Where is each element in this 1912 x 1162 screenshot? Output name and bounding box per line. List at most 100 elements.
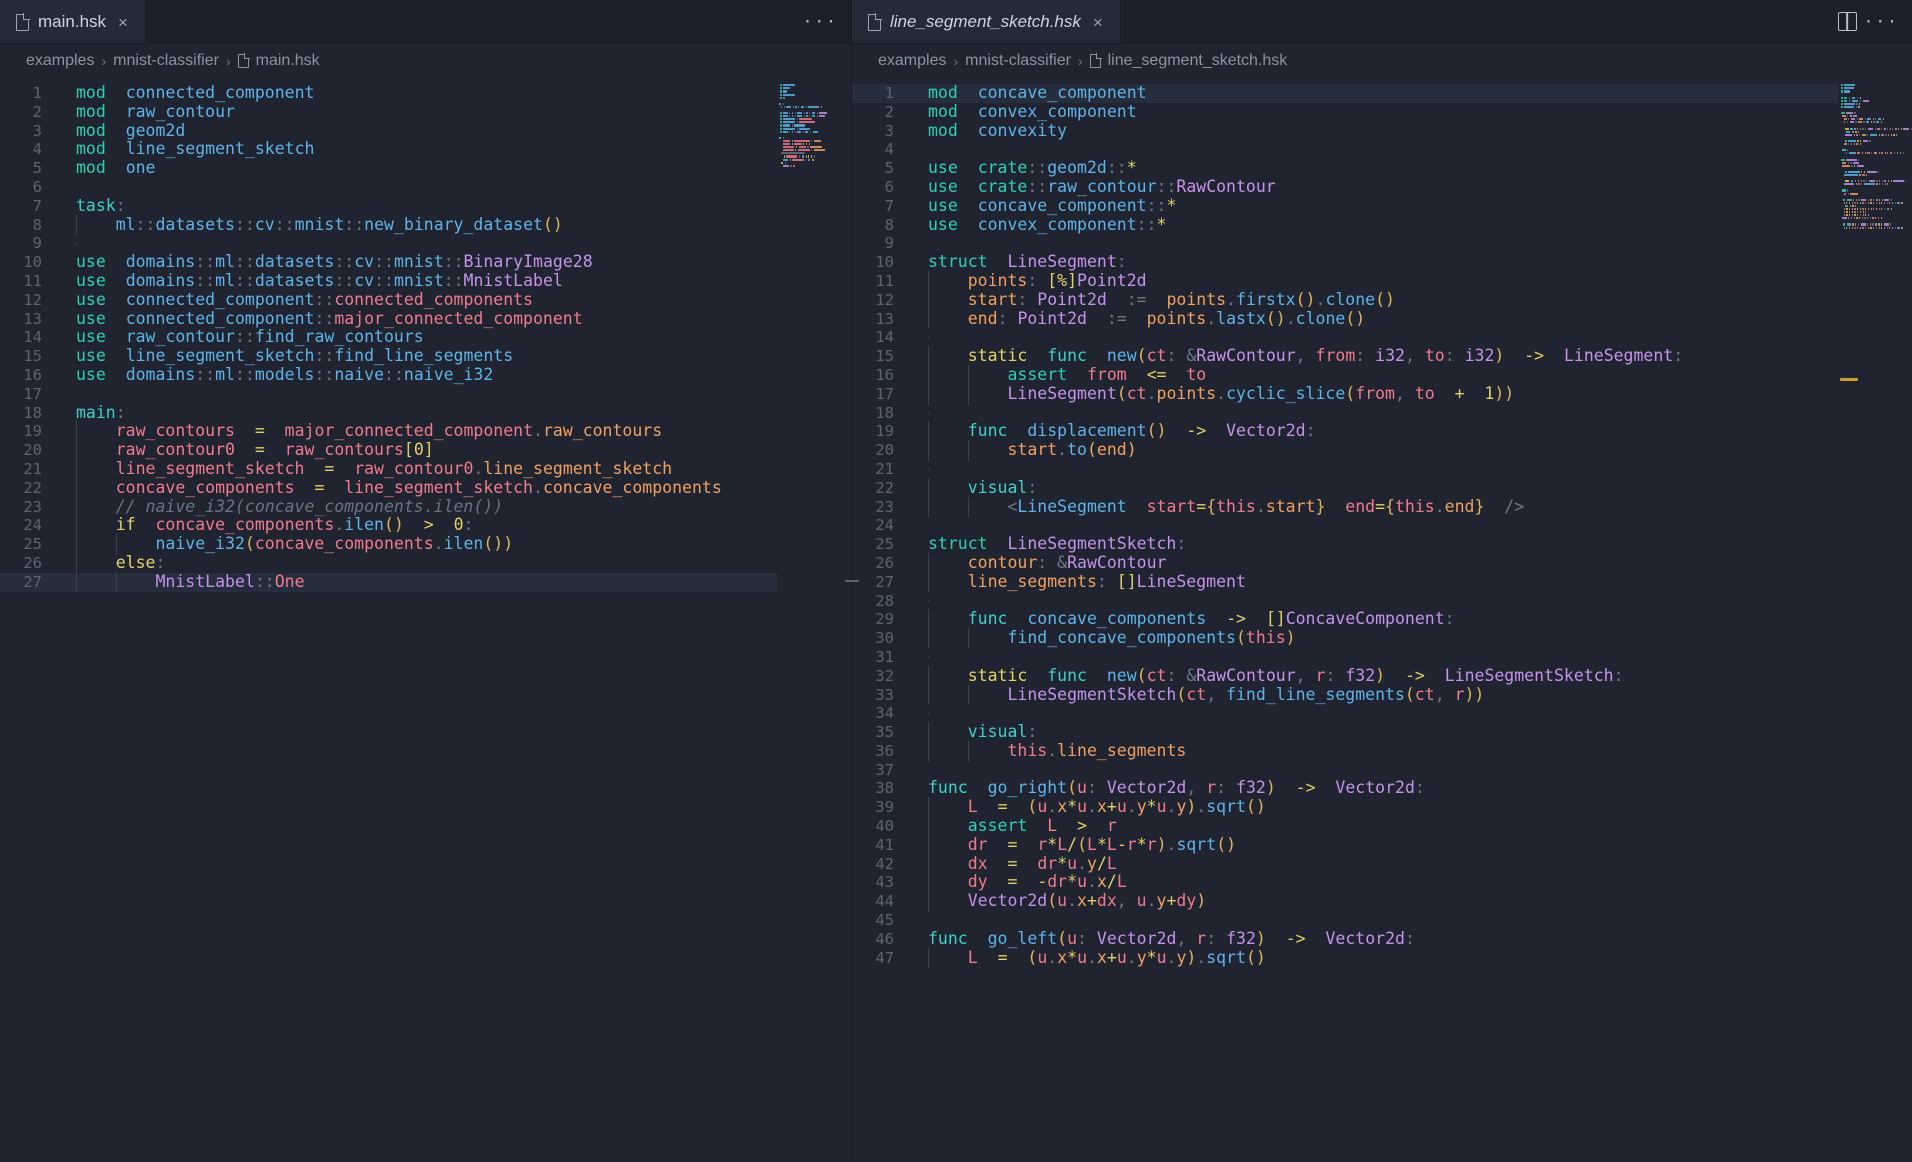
code-text[interactable]: use domains::ml::models::naive::naive_i3… (58, 365, 851, 385)
code-text[interactable]: use convex_component::* (910, 215, 1912, 235)
code-line[interactable]: 3 mod convexity (852, 121, 1912, 141)
code-line[interactable]: 18 (852, 404, 1912, 423)
editor-right[interactable]: 1 mod concave_component 2 mod convex_compon… (852, 78, 1912, 1162)
code-text[interactable]: L = (u.x*u.x+u.y*u.y).sqrt() (910, 797, 1912, 819)
code-text[interactable]: mod line_segment_sketch (58, 139, 851, 159)
breadcrumb-item-0[interactable]: examples (26, 52, 94, 70)
code-text[interactable]: mod convex_component (910, 102, 1912, 122)
code-line[interactable]: 1 mod concave_component (852, 83, 1912, 103)
code-line[interactable]: 41 dr = r*L/(L*L-r*r).sqrt() (852, 834, 1912, 856)
code-line[interactable]: 33 LineSegmentSketch(ct, find_line_segme… (852, 684, 1912, 706)
code-line[interactable]: 22 visual: (852, 477, 1912, 499)
code-line[interactable]: 11 points: [%]Point2d (852, 270, 1912, 292)
code-text[interactable]: // naive_i32(concave_components.ilen()) (58, 496, 851, 518)
code-text[interactable]: main: (58, 403, 851, 423)
code-line[interactable]: 13 end: Point2d := points.lastx().clone(… (852, 308, 1912, 330)
code-text[interactable]: mod connected_component (58, 83, 851, 103)
code-line[interactable]: 25 struct LineSegmentSketch: (852, 534, 1912, 554)
tab-main-hsk[interactable]: main.hsk × (0, 0, 146, 43)
code-line[interactable]: 24 if concave_components.ilen() > 0: (0, 515, 851, 537)
code-text[interactable]: func displacement() -> Vector2d: (910, 421, 1912, 443)
code-line[interactable]: 9 (0, 234, 851, 253)
code-text[interactable]: LineSegmentSketch(ct, find_line_segments… (910, 684, 1912, 706)
tab-line-segment-sketch-hsk[interactable]: line_segment_sketch.hsk × (852, 0, 1121, 43)
code-line[interactable]: 21 line_segment_sketch = raw_contour0.li… (0, 458, 851, 480)
code-line[interactable]: 30 find_concave_components(this) (852, 628, 1912, 649)
code-line[interactable]: 38 func go_right(u: Vector2d, r: f32) -> … (852, 779, 1912, 798)
code-line[interactable]: 14 use raw_contour::find_raw_contours (0, 327, 851, 347)
code-text[interactable]: use crate::raw_contour::RawContour (910, 177, 1912, 197)
code-text[interactable]: mod geom2d (58, 121, 851, 141)
code-line[interactable]: 23 // naive_i32(concave_components.ilen(… (0, 496, 851, 518)
code-text[interactable]: visual: (910, 722, 1912, 743)
code-text[interactable]: use connected_component::major_connected… (58, 309, 851, 329)
code-text[interactable]: line_segments: []LineSegment (910, 571, 1912, 593)
code-line[interactable]: 19 func displacement() -> Vector2d: (852, 421, 1912, 443)
code-line[interactable]: 35 visual: (852, 722, 1912, 743)
code-line[interactable]: 40 assert L > r (852, 816, 1912, 837)
code-text[interactable]: mod one (58, 158, 851, 178)
breadcrumb-item-1[interactable]: mnist-classifier (965, 52, 1071, 70)
code-text[interactable]: task: (58, 196, 851, 216)
close-icon[interactable]: × (115, 12, 131, 33)
editor-left[interactable]: 1 mod connected_component 2 mod raw_contour… (0, 78, 851, 1162)
code-text[interactable]: naive_i32(concave_components.ilen()) (58, 534, 851, 555)
code-line[interactable]: 16 assert from <= to (852, 364, 1912, 386)
code-text[interactable]: static func new(ct: &RawContour, from: i… (910, 346, 1912, 367)
code-line[interactable]: 26 else: (0, 552, 851, 574)
code-line[interactable]: 10 struct LineSegment: (852, 252, 1912, 272)
code-line[interactable]: 7 use concave_component::* (852, 196, 1912, 216)
code-text[interactable]: use line_segment_sketch::find_line_segme… (58, 346, 851, 366)
code-line[interactable]: 2 mod convex_component (852, 102, 1912, 122)
code-line[interactable]: 44 Vector2d(u.x+dx, u.y+dy) (852, 891, 1912, 913)
code-text[interactable]: mod convexity (910, 121, 1912, 141)
editor-sash[interactable] (845, 0, 859, 1162)
code-text[interactable]: visual: (910, 477, 1912, 499)
code-line[interactable]: 1 mod connected_component (0, 83, 851, 103)
code-line[interactable]: 9 (852, 234, 1912, 253)
code-line[interactable]: 21 (852, 460, 1912, 479)
more-actions-button[interactable]: ··· (802, 5, 837, 39)
code-text[interactable]: use connected_component::connected_compo… (58, 290, 851, 310)
code-text[interactable]: this.line_segments (910, 740, 1912, 762)
code-line[interactable]: 18 main: (0, 403, 851, 423)
code-text[interactable]: LineSegment(ct.points.cyclic_slice(from,… (910, 383, 1912, 405)
code-text[interactable]: ml::datasets::cv::mnist::new_binary_data… (58, 214, 851, 236)
code-line[interactable]: 13 use connected_component::major_connect… (0, 309, 851, 329)
code-line[interactable]: 20 start.to(end) (852, 440, 1912, 461)
code-line[interactable]: 22 concave_components = line_segment_ske… (0, 477, 851, 499)
split-editor-button[interactable] (1830, 5, 1864, 39)
code-line[interactable]: 14 (852, 328, 1912, 347)
code-line[interactable]: 10 use domains::ml::datasets::cv::mnist::… (0, 252, 851, 272)
code-text[interactable]: func go_left(u: Vector2d, r: f32) -> Vec… (910, 929, 1912, 949)
code-line[interactable]: 47 L = (u.x*u.x+u.y*u.y).sqrt() (852, 947, 1912, 969)
code-line[interactable]: 12 start: Point2d := points.firstx().clo… (852, 289, 1912, 311)
code-line[interactable]: 17 LineSegment(ct.points.cyclic_slice(fr… (852, 383, 1912, 405)
code-text[interactable]: start.to(end) (910, 440, 1912, 461)
code-line[interactable]: 4 mod line_segment_sketch (0, 139, 851, 159)
code-text[interactable]: dr = r*L/(L*L-r*r).sqrt() (910, 834, 1912, 856)
code-line[interactable]: 15 static func new(ct: &RawContour, from… (852, 346, 1912, 367)
more-actions-button[interactable]: ··· (1863, 5, 1898, 39)
close-icon[interactable]: × (1090, 12, 1106, 33)
code-line[interactable]: 4 (852, 140, 1912, 159)
code-text[interactable]: MnistLabel::One (58, 571, 851, 593)
code-line[interactable]: 6 (0, 178, 851, 197)
code-text[interactable]: Vector2d(u.x+dx, u.y+dy) (910, 891, 1912, 913)
code-text[interactable]: end: Point2d := points.lastx().clone() (910, 308, 1912, 330)
code-text[interactable]: assert from <= to (910, 364, 1912, 386)
sash-handle[interactable] (845, 580, 859, 582)
code-text[interactable]: func go_right(u: Vector2d, r: f32) -> Ve… (910, 779, 1912, 798)
code-line[interactable]: 25 naive_i32(concave_components.ilen()) (0, 534, 851, 555)
breadcrumb-item-2[interactable]: line_segment_sketch.hsk (1108, 52, 1288, 70)
code-text[interactable]: struct LineSegment: (910, 252, 1912, 272)
code-text[interactable]: use raw_contour::find_raw_contours (58, 327, 851, 347)
code-line[interactable]: 17 (0, 385, 851, 404)
code-line[interactable]: 34 (852, 704, 1912, 723)
code-line[interactable]: 2 mod raw_contour (0, 102, 851, 122)
code-text[interactable]: <LineSegment start={this.start} end={thi… (910, 496, 1912, 518)
code-text[interactable]: L = (u.x*u.x+u.y*u.y).sqrt() (910, 947, 1912, 969)
code-line[interactable]: 5 use crate::geom2d::* (852, 158, 1912, 178)
code-text[interactable]: line_segment_sketch = raw_contour0.line_… (58, 458, 851, 480)
code-line[interactable]: 26 contour: &RawContour (852, 552, 1912, 574)
